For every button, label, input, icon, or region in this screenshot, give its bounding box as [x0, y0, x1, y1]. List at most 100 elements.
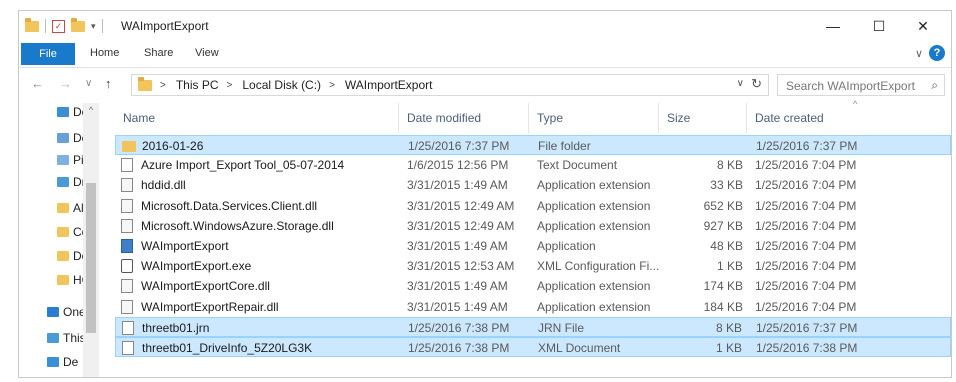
tab-share[interactable]: Share	[144, 47, 173, 59]
file-date-modified: 3/31/2015 1:49 AM	[407, 299, 508, 314]
file-date-modified: 3/31/2015 12:49 AM	[407, 198, 515, 213]
file-name: WAImportExportCore.dll	[141, 279, 270, 294]
minimize-button[interactable]: —	[811, 15, 855, 37]
help-icon[interactable]: ?	[929, 45, 945, 61]
window-title: WAImportExport	[121, 19, 209, 33]
column-header-date-modified[interactable]: Date modified	[399, 103, 529, 133]
scrollbar-thumb[interactable]	[86, 183, 96, 333]
file-date-created: 1/25/2016 7:04 PM	[755, 259, 857, 274]
download-icon	[57, 107, 69, 117]
sort-ascending-icon: ^	[853, 99, 858, 109]
file-date-modified: 3/31/2015 1:49 AM	[407, 279, 508, 294]
breadcrumb-this-pc[interactable]: This PC	[176, 78, 219, 92]
explorer-window: ✓ ▾ WAImportExport — ☐ ✕ File Home Share…	[18, 10, 952, 378]
file-date-created: 1/25/2016 7:04 PM	[755, 218, 857, 233]
file-date-modified: 1/25/2016 7:38 PM	[408, 341, 510, 355]
file-size: 1 KB	[715, 341, 742, 355]
search-box[interactable]: Search WAImportExport ⌕	[777, 74, 945, 96]
tab-home[interactable]: Home	[90, 47, 119, 59]
table-row[interactable]: threetb01_DriveInfo_5Z20LG3K 1/25/2016 7:…	[115, 337, 951, 357]
ribbon: File Home Share View ∨ ?	[19, 41, 951, 68]
table-row[interactable]: WAImportExport.exe 3/31/2015 12:53 AM XML …	[115, 256, 951, 276]
table-row[interactable]: Microsoft.WindowsAzure.Storage.dll 3/31/2…	[115, 216, 951, 236]
nav-item[interactable]: Dr	[57, 173, 86, 191]
search-icon[interactable]: ⌕	[931, 78, 938, 93]
file-date-modified: 3/31/2015 12:53 AM	[407, 259, 515, 274]
file-name: WAImportExport.exe	[141, 259, 252, 274]
file-date-modified: 1/25/2016 7:38 PM	[408, 320, 510, 335]
back-arrow-icon[interactable]: ←	[31, 76, 44, 91]
file-date-created: 1/25/2016 7:37 PM	[756, 320, 858, 335]
divider	[101, 19, 103, 33]
folder-icon	[138, 76, 152, 91]
nav-item[interactable]: This	[47, 329, 86, 347]
application-icon	[121, 239, 133, 253]
column-header-type[interactable]: Type	[529, 103, 659, 133]
file-date-created: 1/25/2016 7:04 PM	[755, 299, 857, 314]
pictures-icon	[57, 155, 69, 165]
dll-file-icon	[121, 299, 133, 314]
quick-access-toolbar: ✓ ▾	[25, 17, 103, 34]
address-dropdown-icon[interactable]: ∨	[737, 78, 744, 89]
new-folder-icon[interactable]	[71, 17, 85, 32]
file-type: Application extension	[537, 178, 651, 193]
breadcrumb-local-disk[interactable]: Local Disk (C:)	[242, 78, 321, 92]
breadcrumb-separator-icon[interactable]: >	[329, 80, 335, 91]
dll-file-icon	[121, 218, 133, 233]
table-row[interactable]: hddid.dll 3/31/2015 1:49 AM Application ex…	[115, 175, 951, 195]
refresh-icon[interactable]: ↻	[751, 76, 762, 92]
table-row[interactable]: WAImportExportCore.dll 3/31/2015 1:49 AM A…	[115, 276, 951, 296]
maximize-button[interactable]: ☐	[857, 15, 901, 37]
table-row[interactable]: 2016-01-26 1/25/2016 7:37 PM File folder 1/…	[115, 135, 951, 155]
divider	[45, 19, 46, 33]
column-header-name[interactable]: Name	[115, 103, 399, 133]
title-bar: ✓ ▾ WAImportExport — ☐ ✕	[19, 11, 951, 41]
address-bar[interactable]: > This PC > Local Disk (C:) > WAImportEx…	[131, 74, 769, 96]
tab-view[interactable]: View	[195, 47, 219, 59]
file-type: Application extension	[537, 198, 651, 213]
expand-ribbon-icon[interactable]: ∨	[915, 47, 923, 60]
folder-icon	[57, 275, 69, 285]
this-pc-icon	[47, 333, 59, 343]
file-icon	[122, 320, 134, 335]
close-button[interactable]: ✕	[901, 15, 945, 37]
file-date-modified: 3/31/2015 1:49 AM	[407, 239, 508, 253]
onedrive-icon	[47, 307, 59, 317]
file-date-created: 1/25/2016 7:38 PM	[756, 341, 858, 355]
breadcrumb-separator-icon[interactable]: >	[160, 80, 166, 91]
forward-arrow-icon[interactable]: →	[59, 76, 72, 91]
up-arrow-icon[interactable]: ↑	[105, 76, 112, 91]
file-name: Microsoft.WindowsAzure.Storage.dll	[141, 218, 334, 233]
file-size: 8 KB	[716, 158, 743, 173]
breadcrumb-separator-icon[interactable]: >	[227, 80, 233, 91]
recent-locations-icon[interactable]: ∨	[85, 78, 92, 89]
table-row[interactable]: WAImportExportRepair.dll 3/31/2015 1:49 A…	[115, 297, 951, 317]
file-name: threetb01.jrn	[142, 320, 210, 335]
file-name: WAImportExportRepair.dll	[141, 299, 279, 314]
nav-scrollbar[interactable]: ^	[83, 103, 99, 377]
customize-toolbar-icon[interactable]: ▾	[91, 21, 96, 32]
file-date-created: 1/25/2016 7:04 PM	[755, 198, 857, 213]
file-date-modified: 3/31/2015 1:49 AM	[407, 178, 508, 193]
file-name: 2016-01-26	[142, 139, 204, 153]
breadcrumb-waimportexport[interactable]: WAImportExport	[345, 78, 433, 92]
file-name: Microsoft.Data.Services.Client.dll	[141, 198, 318, 213]
file-type: File folder	[538, 139, 591, 153]
folder-icon	[122, 141, 136, 152]
table-row[interactable]: Microsoft.Data.Services.Client.dll 3/31/2…	[115, 196, 951, 216]
file-size: 652 KB	[703, 198, 743, 213]
table-row[interactable]: Azure Import_Export Tool_05-07-2014 1/6/2…	[115, 155, 951, 175]
file-tab[interactable]: File	[21, 43, 75, 65]
scroll-up-icon[interactable]: ^	[83, 105, 99, 115]
file-type: Application	[537, 239, 596, 253]
file-date-created: 1/25/2016 7:04 PM	[755, 158, 857, 173]
file-list: Name Date modified Type Size Date create…	[115, 99, 951, 377]
nav-item[interactable]: One	[47, 303, 86, 321]
table-row[interactable]: threetb01.jrn 1/25/2016 7:38 PM JRN File 8 …	[115, 316, 951, 337]
desktop-icon	[47, 357, 59, 367]
table-row[interactable]: WAImportExport 3/31/2015 1:49 AM Applicati…	[115, 236, 951, 256]
properties-icon[interactable]: ✓	[52, 19, 65, 33]
nav-item[interactable]: De	[47, 353, 78, 371]
column-header-size[interactable]: Size	[659, 103, 747, 133]
file-size: 1 KB	[716, 259, 743, 274]
